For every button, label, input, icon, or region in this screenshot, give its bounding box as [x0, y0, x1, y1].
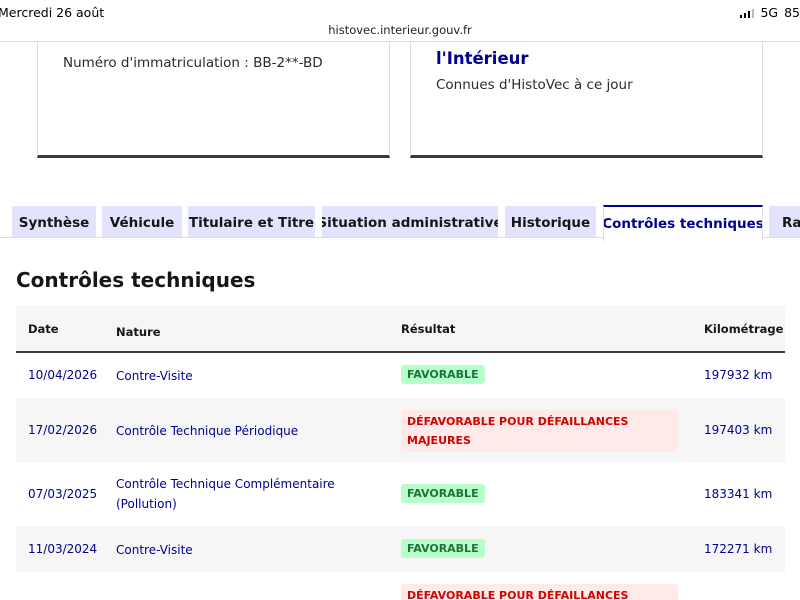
- technical-inspections-table: Date Nature Résultat Kilométrage 10/04/2…: [16, 306, 785, 600]
- row-nature: Contrôle Technique Complémentaire (Pollu…: [116, 477, 335, 511]
- result-badge: DÉFAVORABLE POUR DÉFAILLANCES MAJEURES: [401, 410, 678, 452]
- cut-text-fragment: [471, 38, 639, 46]
- row-km: 197932 km: [704, 368, 773, 382]
- card-subtitle: Connues d'HistoVec à ce jour: [436, 77, 633, 93]
- tab-rapport[interactable]: Rap: [769, 206, 800, 239]
- table-row: 07/03/2025 Contrôle Technique Complément…: [16, 462, 785, 526]
- status-bar: Mercredi 26 août 5G 85: [0, 0, 800, 24]
- row-date: 10/04/2026: [28, 368, 98, 382]
- section-title: Contrôles techniques: [16, 268, 256, 292]
- header-nature: Nature: [116, 325, 161, 339]
- header-date: Date: [28, 322, 59, 336]
- row-km: 172271 km: [704, 542, 773, 556]
- table-row: 17/02/2026 Contrôle Technique Périodique…: [16, 398, 785, 462]
- table-row: 11/03/2024 Contre-Visite FAVORABLE 17227…: [16, 526, 785, 572]
- cut-text-fragment: [60, 38, 144, 46]
- tab-controles-techniques[interactable]: Contrôles techniques: [603, 205, 763, 241]
- table-row: DÉFAVORABLE POUR DÉFAILLANCES: [16, 572, 785, 600]
- header-km: Kilométrage: [704, 322, 784, 336]
- status-datetime: Mercredi 26 août: [0, 5, 105, 20]
- card-title: l'Intérieur: [436, 49, 529, 68]
- tab-bar: Synthèse Véhicule Titulaire et Titre Sit…: [0, 205, 800, 241]
- tab-historique[interactable]: Historique: [505, 206, 596, 239]
- row-nature: Contre-Visite: [116, 543, 193, 557]
- row-km: 197403 km: [704, 423, 773, 437]
- signal-icon: [739, 8, 755, 18]
- row-date: 07/03/2025: [28, 487, 98, 501]
- address-bar[interactable]: histovec.interieur.gouv.fr: [0, 23, 800, 37]
- tab-titulaire-titre[interactable]: Titulaire et Titre: [188, 206, 315, 239]
- tab-synthese[interactable]: Synthèse: [12, 206, 96, 239]
- row-km: 183341 km: [704, 487, 773, 501]
- table-header: Date Nature Résultat Kilométrage: [16, 306, 785, 353]
- result-badge: DÉFAVORABLE POUR DÉFAILLANCES: [401, 584, 678, 600]
- row-date: 17/02/2026: [28, 423, 98, 437]
- ministry-card: l'Intérieur Connues d'HistoVec à ce jour: [410, 42, 763, 158]
- row-nature: Contrôle Technique Périodique: [116, 424, 299, 438]
- result-badge: FAVORABLE: [401, 484, 485, 503]
- row-date: 11/03/2024: [28, 542, 98, 556]
- result-badge: FAVORABLE: [401, 539, 485, 558]
- network-label: 5G: [760, 5, 779, 20]
- battery-level: 85: [784, 5, 800, 20]
- vehicle-id-card: Numéro d'immatriculation : BB-2**-BD: [37, 42, 390, 158]
- tab-vehicule[interactable]: Véhicule: [102, 206, 182, 239]
- row-nature: Contre-Visite: [116, 369, 193, 383]
- status-indicators: 5G 85: [739, 5, 800, 20]
- registration-number: Numéro d'immatriculation : BB-2**-BD: [63, 55, 323, 71]
- table-row: 10/04/2026 Contre-Visite FAVORABLE 19793…: [16, 353, 785, 398]
- tab-panel: Contrôles techniques Date Nature Résulta…: [0, 237, 800, 600]
- result-badge: FAVORABLE: [401, 365, 485, 384]
- tab-situation-administrative[interactable]: Situation administrative: [322, 206, 498, 239]
- header-result: Résultat: [401, 322, 456, 336]
